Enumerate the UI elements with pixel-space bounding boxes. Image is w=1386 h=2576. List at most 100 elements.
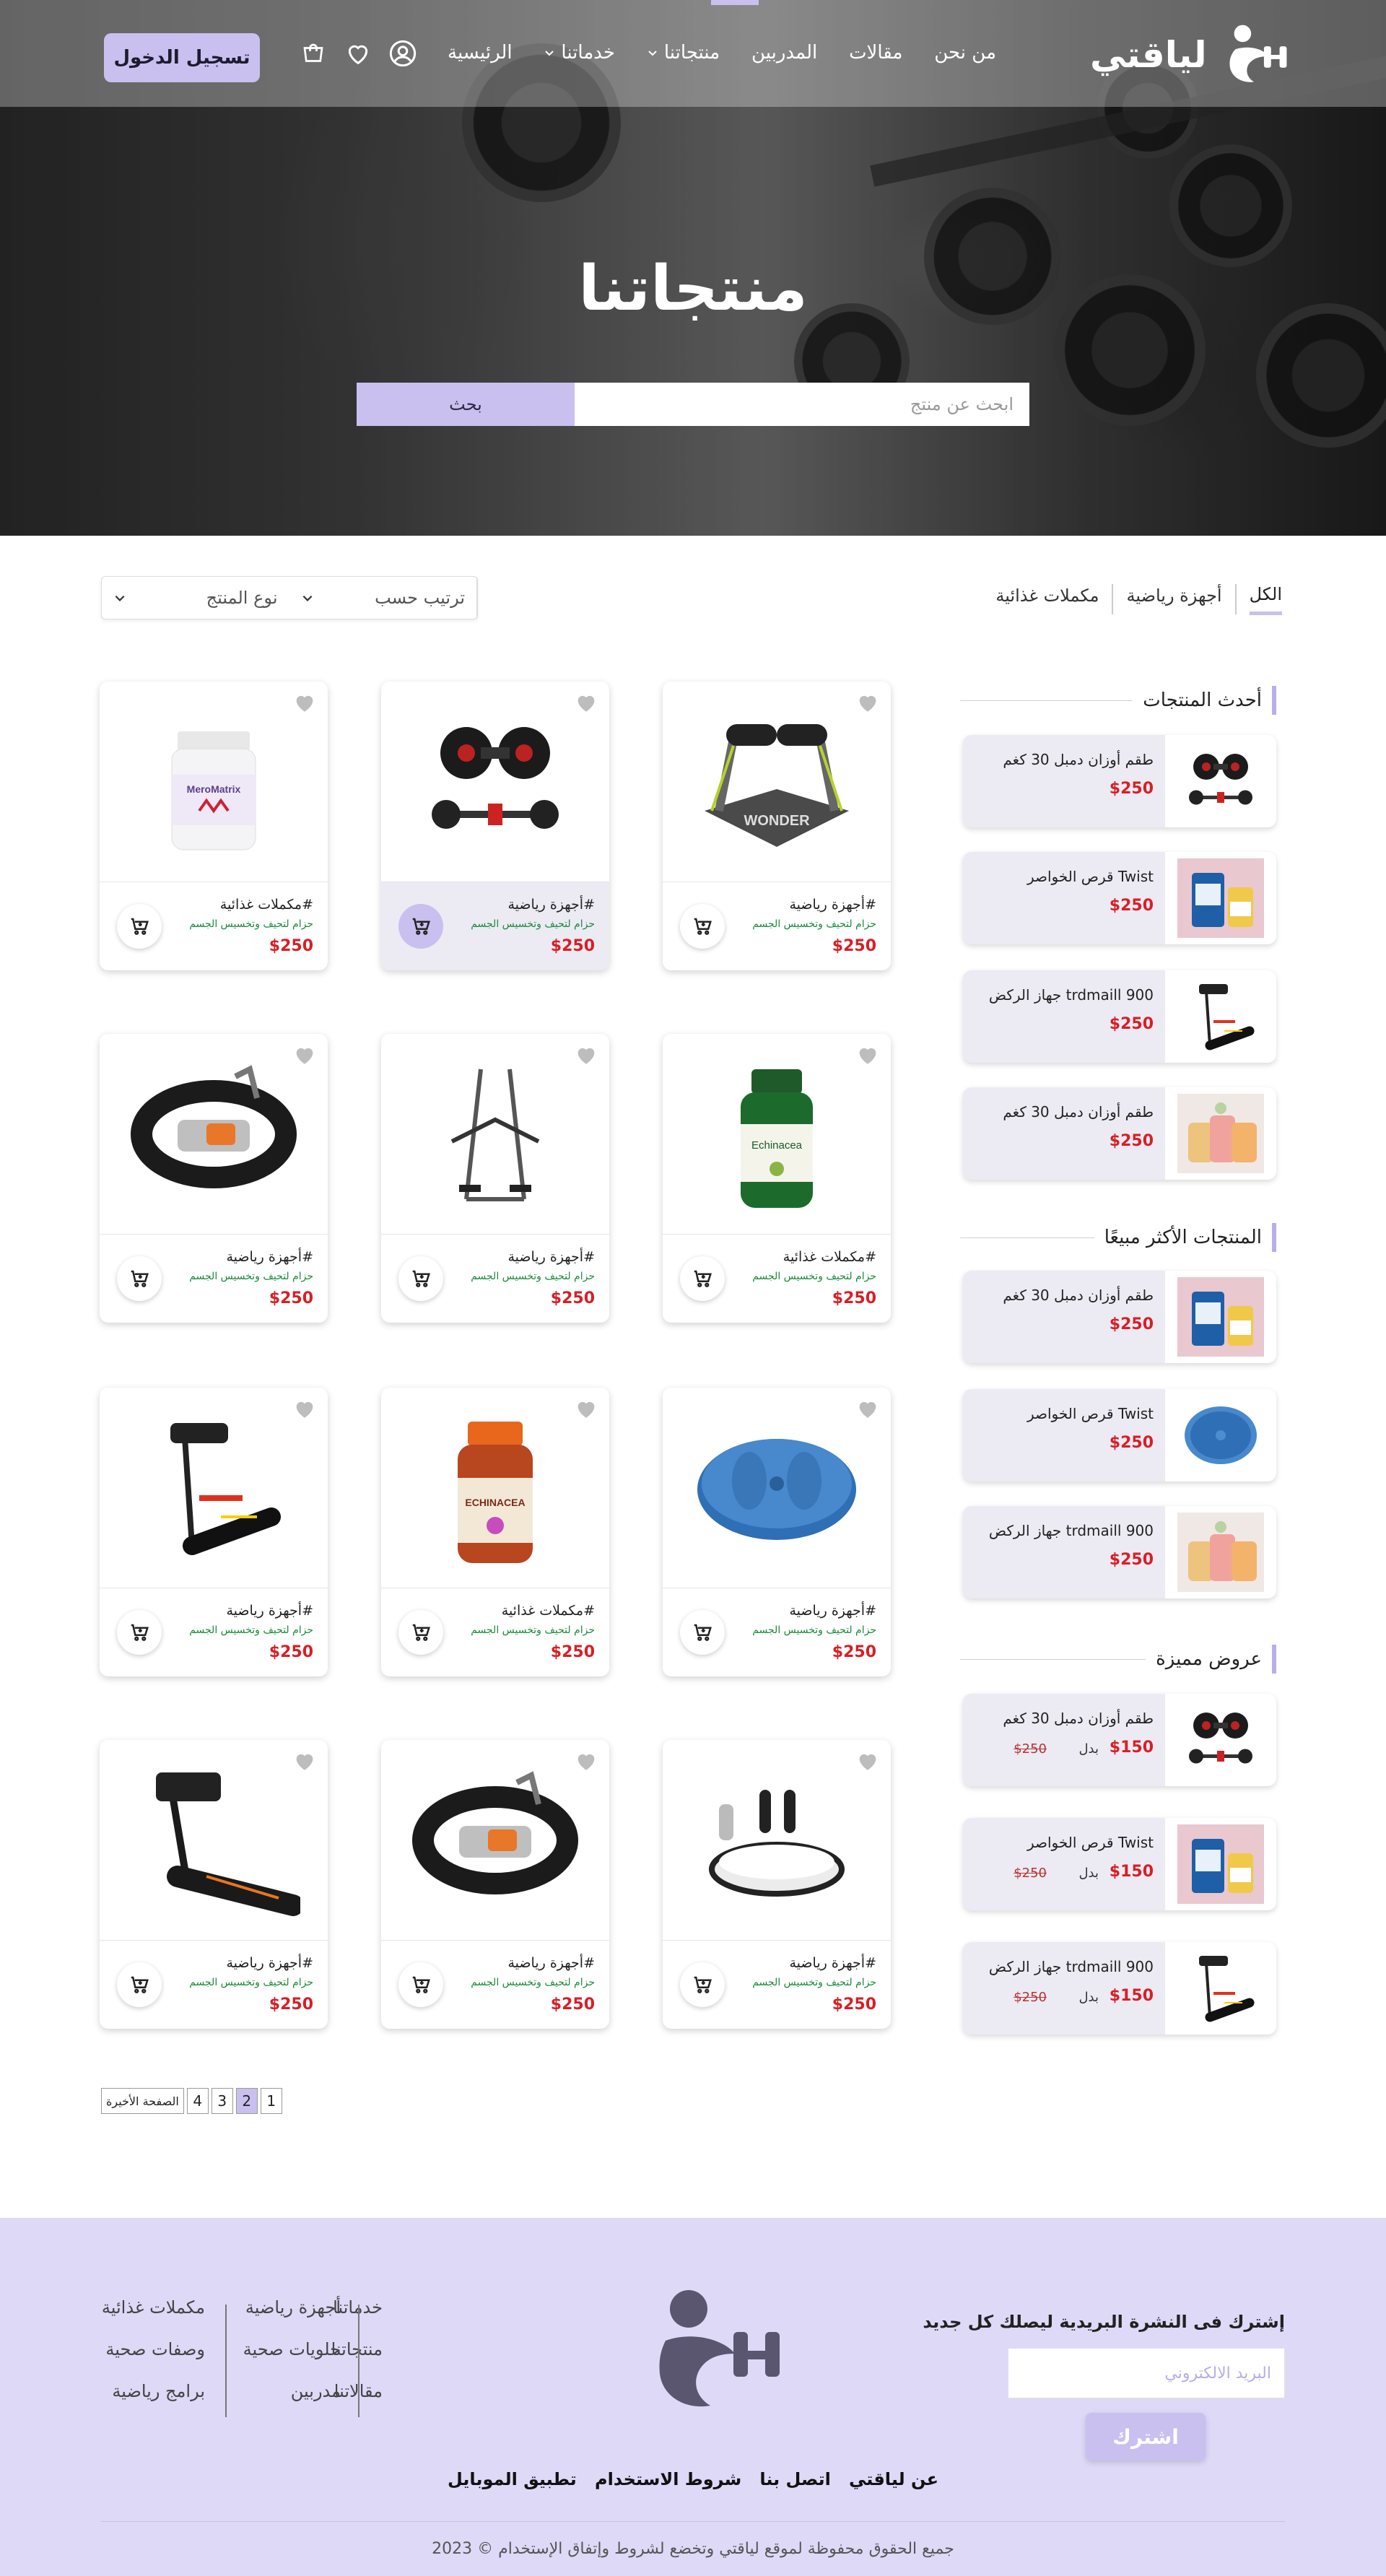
favorite-heart-icon[interactable]	[292, 1396, 318, 1421]
add-to-cart-button[interactable]	[680, 1256, 725, 1301]
add-to-cart-button[interactable]	[117, 904, 162, 949]
instead-of-label: بدل	[1078, 1866, 1099, 1881]
product-card[interactable]: #أجهزة رياضية حزام لتحيف وتخسيس الجسم $250	[100, 1388, 328, 1676]
tab-all[interactable]: الكل	[1249, 584, 1282, 615]
menu-item-about[interactable]: من نحن	[934, 42, 996, 64]
footer-link[interactable]: مدربين	[291, 2381, 341, 2401]
favorite-heart-icon[interactable]	[292, 1749, 318, 1773]
tab-sports-equipment[interactable]: أجهزة رياضية	[1126, 586, 1221, 613]
add-to-cart-button[interactable]	[398, 904, 443, 949]
favorite-heart-icon[interactable]	[573, 1043, 599, 1067]
newsletter-email-input[interactable]: البريد الالكتروني	[1008, 2348, 1285, 2398]
product-category: #أجهزة رياضية	[789, 1955, 877, 1971]
search-input[interactable]: ابحث عن منتج	[575, 383, 1029, 426]
add-to-cart-button[interactable]	[117, 1256, 162, 1301]
login-button[interactable]: تسجيل الدخول	[104, 33, 260, 82]
sidebar-product-card[interactable]: trdmaill 900 جهاز الركض $250	[963, 1506, 1276, 1598]
product-card[interactable]: #أجهزة رياضية حزام لتحيف وتخسيس الجسم $250	[663, 1388, 891, 1676]
favorite-heart-icon[interactable]	[855, 690, 881, 715]
footer-link[interactable]: مكملات غذائية	[102, 2297, 205, 2318]
nav-icon-group	[296, 36, 420, 71]
menu-item-services[interactable]: خدماتنا	[544, 42, 615, 64]
pagination-last-page[interactable]: الصفحة الأخيرة	[101, 2088, 184, 2114]
favorite-heart-icon[interactable]	[573, 690, 599, 715]
sidebar-product-card[interactable]: طقم أوزان دمبل 30 كغم $250	[963, 1087, 1276, 1180]
heart-icon[interactable]	[341, 36, 375, 71]
add-to-cart-button[interactable]	[117, 1610, 162, 1655]
product-price: $250	[1109, 1315, 1154, 1333]
footer-link-mobile-app[interactable]: تطبيق الموبايل	[448, 2469, 577, 2489]
add-to-cart-button[interactable]	[398, 1256, 443, 1301]
sidebar-product-card[interactable]: trdmaill 900 جهاز الركض $250	[963, 970, 1276, 1063]
favorite-heart-icon[interactable]	[573, 1749, 599, 1773]
product-price: $250	[1109, 780, 1154, 798]
add-to-cart-button[interactable]	[398, 1610, 443, 1655]
favorite-heart-icon[interactable]	[855, 1043, 881, 1067]
product-description: حزام لتحيف وتخسيس الجسم	[471, 1271, 595, 1282]
product-category: #أجهزة رياضية	[789, 1603, 877, 1619]
add-to-cart-button[interactable]	[680, 904, 725, 949]
subscribe-button[interactable]: اشترك	[1086, 2413, 1206, 2460]
pagination-page-3[interactable]: 3	[211, 2088, 233, 2114]
footer-link[interactable]: برامج رياضية	[112, 2381, 205, 2401]
pagination-page-4[interactable]: 4	[186, 2088, 209, 2114]
site-logo[interactable]: لياقتي	[1090, 20, 1292, 90]
product-thumbnail	[1165, 1506, 1276, 1598]
product-card[interactable]: #أجهزة رياضية حزام لتحيف وتخسيس الجسم $250	[100, 1034, 328, 1323]
menu-item-articles[interactable]: مقالات	[849, 42, 902, 64]
footer-link-terms[interactable]: شروط الاستخدام	[595, 2469, 741, 2489]
add-to-cart-button[interactable]	[117, 1962, 162, 2007]
menu-item-products[interactable]: منتجاتنا	[647, 42, 720, 64]
product-card[interactable]: Echinacea #مكملات غذائية حزام لتحيف وتخسيس…	[663, 1034, 891, 1323]
sort-select[interactable]: ترتيب حسب	[289, 577, 477, 619]
product-type-select[interactable]: نوع المنتج	[102, 577, 289, 619]
product-name: طقم أوزان دمبل 30 كغم	[1003, 1287, 1154, 1304]
tab-supplements[interactable]: مكملات غذائية	[995, 586, 1099, 613]
footer-link-contact[interactable]: اتصل بنا	[759, 2469, 830, 2489]
sidebar-product-card[interactable]: Twist قرص الخواصر $250	[963, 852, 1276, 944]
favorite-heart-icon[interactable]	[292, 690, 318, 715]
product-card[interactable]: MeroMatrix #مكملات غذائية حزام لتحيف وتخسي…	[100, 682, 328, 970]
footer-link-about[interactable]: عن لياقتي	[849, 2469, 938, 2489]
search-button[interactable]: بحث	[357, 383, 575, 426]
product-price: $250	[832, 1643, 876, 1661]
product-price: $250	[269, 1996, 313, 2014]
add-to-cart-button[interactable]	[680, 1962, 725, 2007]
product-price: $250	[269, 1643, 313, 1661]
product-card[interactable]: #أجهزة رياضية حزام لتحيف وتخسيس الجسم $250	[663, 1740, 891, 2029]
site-footer: إشترك فى النشرة البريدية ليصلك كل جديد ا…	[0, 2218, 1386, 2576]
product-name: طقم أوزان دمبل 30 كغم	[1003, 751, 1154, 768]
footer-col-more: مكملات غذائية وصفات صحية برامج رياضية	[102, 2297, 205, 2401]
footer-link[interactable]: أجهزة رياضية	[245, 2297, 341, 2318]
favorite-heart-icon[interactable]	[855, 1396, 881, 1421]
product-card[interactable]: WONDER #أجهزة رياضية حزام لتحيف وتخسيس الج…	[663, 682, 891, 970]
sidebar-product-card[interactable]: طقم أوزان دمبل 30 كغم $250	[963, 735, 1276, 827]
chevron-down-icon	[302, 595, 312, 601]
menu-item-trainers[interactable]: المدربين	[751, 42, 817, 64]
favorite-heart-icon[interactable]	[855, 1749, 881, 1773]
footer-link[interactable]: حلويات صحية	[243, 2339, 341, 2359]
filter-selects: نوع المنتج ترتيب حسب	[101, 576, 478, 619]
product-card[interactable]: #أجهزة رياضية حزام لتحيف وتخسيس الجسم $250	[100, 1740, 328, 2029]
pagination-page-1[interactable]: 1	[260, 2088, 282, 2114]
pagination-page-2[interactable]: 2	[235, 2088, 258, 2114]
favorite-heart-icon[interactable]	[292, 1043, 318, 1067]
product-card[interactable]: #أجهزة رياضية حزام لتحيف وتخسيس الجسم $250	[381, 1034, 609, 1323]
add-to-cart-button[interactable]	[680, 1610, 725, 1655]
cart-icon[interactable]	[296, 36, 331, 71]
product-card[interactable]: #أجهزة رياضية حزام لتحيف وتخسيس الجسم $250	[381, 682, 609, 970]
product-card[interactable]: #أجهزة رياضية حزام لتحيف وتخسيس الجسم $250	[381, 1740, 609, 2029]
product-description: حزام لتحيف وتخسيس الجسم	[752, 1624, 876, 1636]
sidebar-product-card[interactable]: طقم أوزان دمبل 30 كغم $250	[963, 1271, 1276, 1363]
sidebar-product-card[interactable]: Twist قرص الخواصر $250	[963, 1389, 1276, 1481]
favorite-heart-icon[interactable]	[573, 1396, 599, 1421]
offer-product-card[interactable]: طقم أوزان دمبل 30 كغم $150 بدل $250	[963, 1694, 1276, 1786]
add-to-cart-button[interactable]	[398, 1962, 443, 2007]
offer-product-card[interactable]: trdmaill 900 جهاز الركض $150 بدل $250	[963, 1942, 1276, 2035]
menu-item-home[interactable]: الرئيسية	[448, 42, 513, 64]
offer-product-card[interactable]: Twist قرص الخواصر $150 بدل $250	[963, 1818, 1276, 1910]
footer-link[interactable]: وصفات صحية	[105, 2339, 205, 2359]
user-icon[interactable]	[385, 36, 420, 71]
product-card[interactable]: ECHINACEA #مكملات غذائية حزام لتحيف وتخسيس…	[381, 1388, 609, 1676]
product-description: حزام لتحيف وتخسيس الجسم	[471, 918, 595, 930]
